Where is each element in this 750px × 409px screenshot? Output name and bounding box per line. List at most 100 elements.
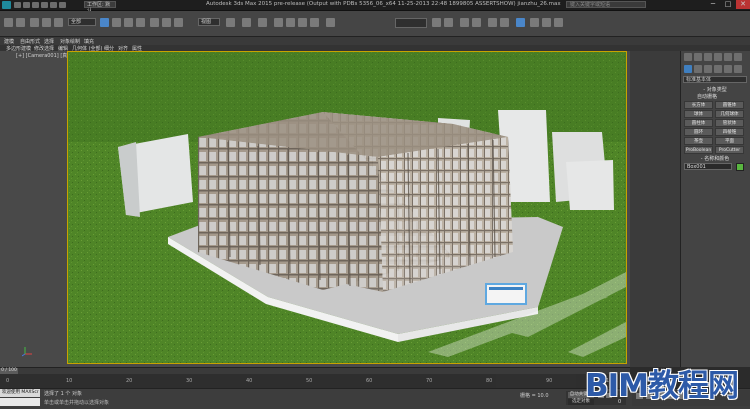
shapes-icon[interactable] (694, 65, 702, 73)
percent-snap-icon[interactable] (298, 18, 307, 27)
rendered-frame-window-icon[interactable] (542, 18, 551, 27)
utilities-tab-icon[interactable] (734, 53, 742, 61)
reference-coordinate-dropdown[interactable]: 视图 (198, 18, 220, 26)
object-button-sphere[interactable]: 球体 (684, 110, 713, 118)
display-tab-icon[interactable] (724, 53, 732, 61)
scene-render (68, 52, 626, 363)
unlink-icon[interactable] (42, 18, 51, 27)
minimize-button[interactable]: ─ (706, 0, 720, 9)
hierarchy-tab-icon[interactable] (704, 53, 712, 61)
ribbon-tabs (0, 37, 750, 45)
layer-manager-icon[interactable] (460, 18, 469, 27)
geometry-icon[interactable] (684, 65, 692, 73)
bind-space-warp-icon[interactable] (54, 18, 63, 27)
world-axis-icon (21, 345, 34, 357)
curve-editor-icon[interactable] (488, 18, 497, 27)
spinner-snap-icon[interactable] (310, 18, 319, 27)
schematic-view-icon[interactable] (500, 18, 509, 27)
app-menu-icon[interactable] (2, 1, 11, 9)
camera-viewport[interactable] (67, 51, 627, 364)
object-color-swatch[interactable] (736, 163, 744, 171)
object-button-proboolean[interactable]: ProBoolean (684, 146, 713, 154)
ribbon-tab-selection[interactable]: 选择 (44, 38, 54, 45)
maxscript-listener-input[interactable]: 欢迎使用 MAXScr (0, 389, 40, 397)
name-color-rollout[interactable]: - 名称和颜色 (683, 156, 747, 162)
panel-gutter (630, 51, 680, 367)
ribbon-tab-object-paint[interactable]: 对象绘制 (60, 38, 80, 45)
keyboard-shortcut-icon[interactable] (258, 18, 267, 27)
autogrid-checkbox[interactable]: 自动栅格 (683, 94, 747, 100)
ribbon-toggle-icon[interactable] (472, 18, 481, 27)
undo-quick-icon[interactable] (41, 2, 48, 8)
category-dropdown[interactable]: 标准基本体 (683, 76, 747, 83)
object-button-pyramid[interactable]: 四棱锥 (715, 128, 744, 136)
object-button-cone[interactable]: 圆锥体 (715, 101, 744, 109)
tick-10: 10 (66, 378, 73, 384)
edit-named-selection-icon[interactable] (326, 18, 335, 27)
search-input[interactable]: 键入关键字或短语 (566, 1, 646, 8)
pivot-center-icon[interactable] (226, 18, 235, 27)
modify-tab-icon[interactable] (694, 53, 702, 61)
undo-icon[interactable] (4, 18, 13, 27)
tick-70: 70 (426, 378, 433, 384)
move-icon[interactable] (150, 18, 159, 27)
material-editor-icon[interactable] (516, 18, 525, 27)
cameras-icon[interactable] (714, 65, 722, 73)
watermark-cjk: 教程网 (648, 368, 739, 404)
window-title: Autodesk 3ds Max 2015 pre-release (Outpu… (206, 1, 561, 7)
key-frame-area (496, 374, 576, 388)
grid-size-readout: 栅格 = 10.0 (520, 393, 549, 399)
tick-20: 20 (126, 378, 133, 384)
ribbon-tab-populate[interactable]: 填充 (84, 38, 94, 45)
snap-toggle-icon[interactable] (274, 18, 283, 27)
selection-filter-dropdown[interactable]: 全部 (68, 18, 96, 26)
lights-icon[interactable] (704, 65, 712, 73)
tick-0: 0 (6, 378, 10, 384)
open-file-icon[interactable] (23, 2, 30, 8)
tick-90: 90 (546, 378, 553, 384)
manipulate-icon[interactable] (242, 18, 251, 27)
render-production-icon[interactable] (554, 18, 563, 27)
link-icon[interactable] (30, 18, 39, 27)
select-by-name-icon[interactable] (112, 18, 121, 27)
object-button-plane[interactable]: 平面 (715, 137, 744, 145)
new-file-icon[interactable] (14, 2, 21, 8)
object-type-rollout[interactable]: - 对象类型 (683, 87, 747, 93)
object-button-box[interactable]: 长方体 (684, 101, 713, 109)
scale-icon[interactable] (174, 18, 183, 27)
named-selection-dropdown[interactable] (395, 18, 427, 28)
viewport-label[interactable]: [+] [Camera001] [真实] (16, 52, 74, 59)
align-icon[interactable] (444, 18, 453, 27)
watermark-latin: BIM (585, 368, 649, 404)
object-button-torus[interactable]: 圆环 (684, 128, 713, 136)
window-crossing-icon[interactable] (136, 18, 145, 27)
object-name-field[interactable]: Box001 (684, 163, 732, 170)
ribbon-tab-modeling[interactable]: 建模 (4, 38, 14, 45)
object-button-geosphere[interactable]: 几何球体 (715, 110, 744, 118)
rotate-icon[interactable] (162, 18, 171, 27)
close-button[interactable]: ✕ (736, 0, 750, 9)
space-warps-icon[interactable] (734, 65, 742, 73)
render-setup-icon[interactable] (530, 18, 539, 27)
tick-40: 40 (246, 378, 253, 384)
maximize-button[interactable]: □ (721, 0, 735, 9)
helpers-icon[interactable] (724, 65, 732, 73)
workspace-dropdown[interactable]: 工作区: 默认 (84, 1, 116, 14)
rectangular-selection-icon[interactable] (124, 18, 133, 27)
tick-60: 60 (366, 378, 373, 384)
motion-tab-icon[interactable] (714, 53, 722, 61)
create-tab-icon[interactable] (684, 53, 692, 61)
ribbon-tab-freeform[interactable]: 自由形式 (20, 38, 40, 45)
object-button-tube[interactable]: 管状体 (715, 119, 744, 127)
mirror-icon[interactable] (432, 18, 441, 27)
project-folder-icon[interactable] (59, 2, 66, 8)
object-button-procutter[interactable]: ProCutter (715, 146, 744, 154)
redo-icon[interactable] (16, 18, 25, 27)
maxscript-listener-output[interactable] (0, 398, 40, 406)
angle-snap-icon[interactable] (286, 18, 295, 27)
object-button-teapot[interactable]: 茶壶 (684, 137, 713, 145)
save-file-icon[interactable] (32, 2, 39, 8)
redo-quick-icon[interactable] (50, 2, 57, 8)
object-button-cylinder[interactable]: 圆柱体 (684, 119, 713, 127)
select-object-icon[interactable] (100, 18, 109, 27)
